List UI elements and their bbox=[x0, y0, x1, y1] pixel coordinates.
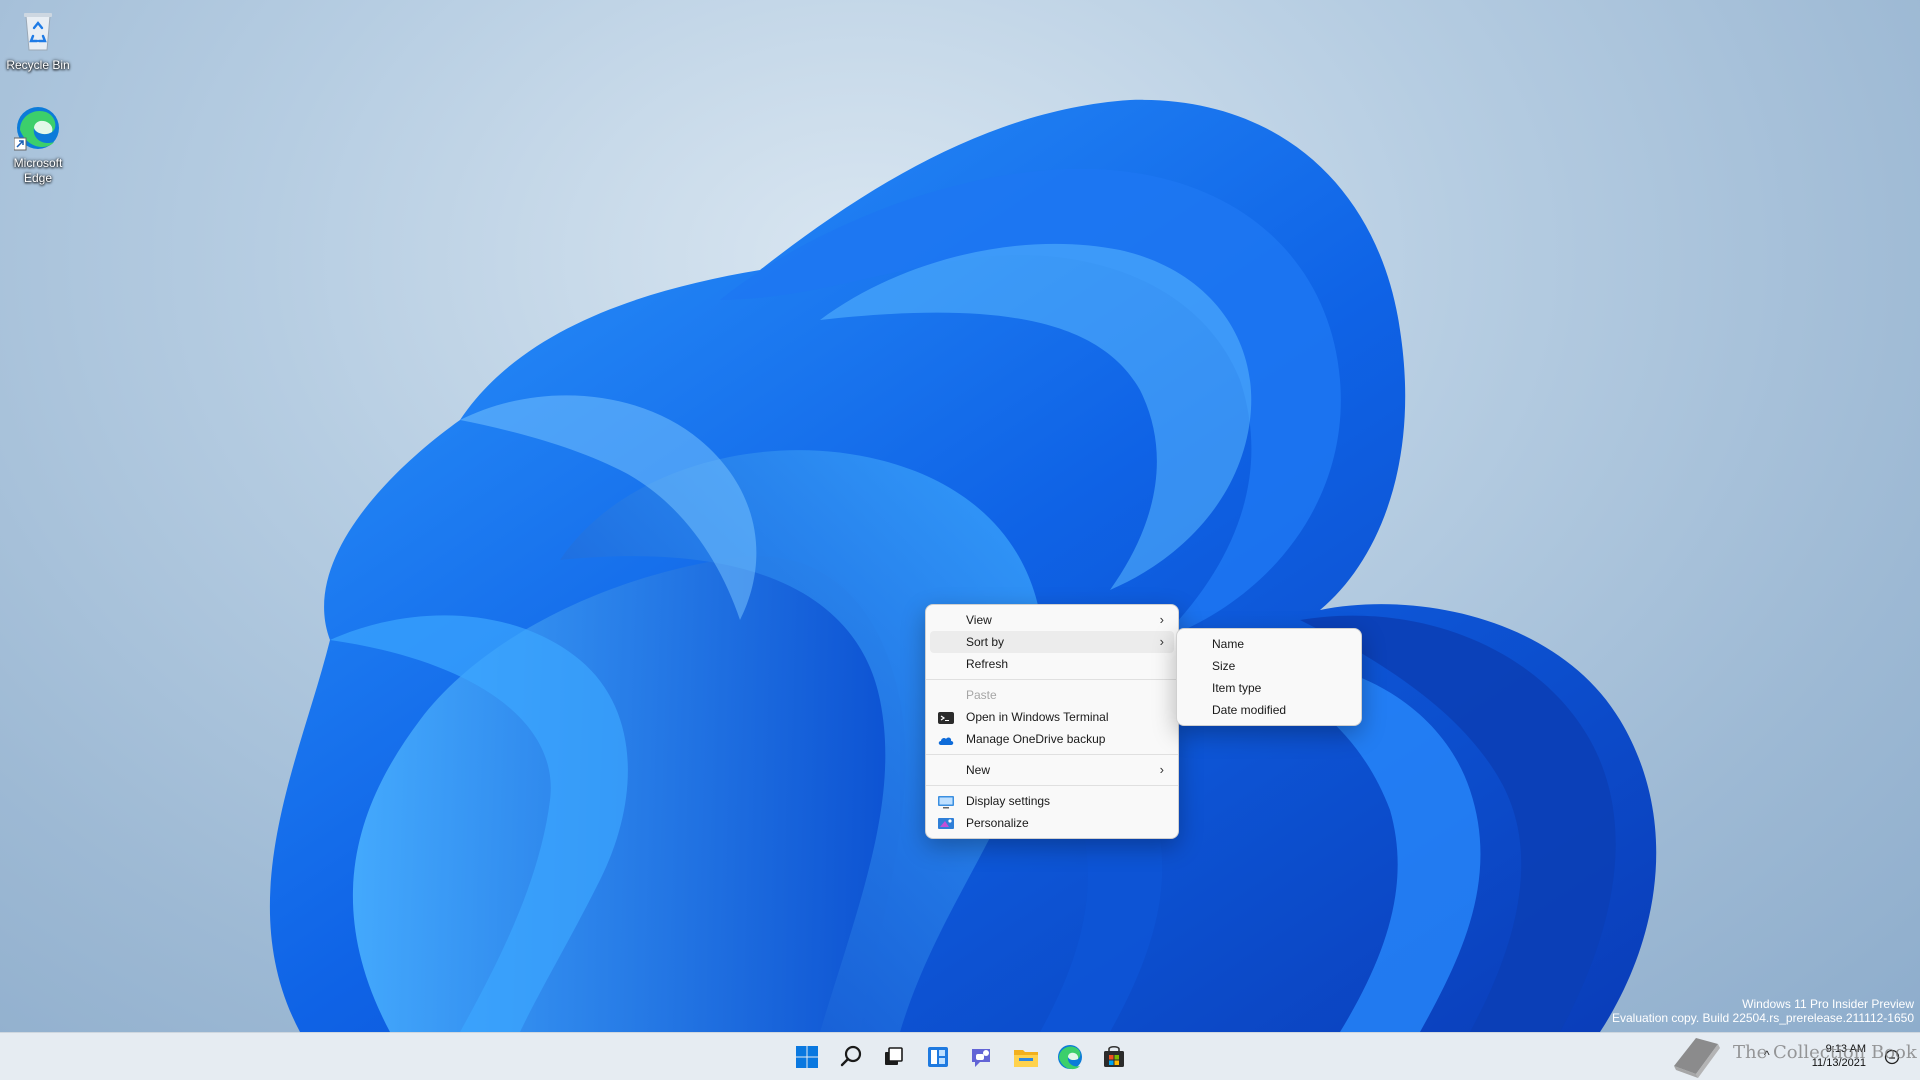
menu-item-label: Refresh bbox=[966, 657, 1009, 671]
start-icon[interactable] bbox=[791, 1041, 823, 1073]
menu-item-paste[interactable]: Paste bbox=[930, 684, 1174, 706]
menu-item-display-settings[interactable]: Display settings bbox=[930, 790, 1174, 812]
menu-item-refresh[interactable]: Refresh bbox=[930, 653, 1174, 675]
onedrive-icon bbox=[938, 732, 954, 746]
desktop-icon-recycle-bin[interactable]: Recycle Bin bbox=[0, 6, 76, 73]
desktop-icon-label: Microsoft Edge bbox=[13, 156, 63, 185]
menu-item-label: View bbox=[966, 613, 992, 627]
taskbar: ^ 9:13 AM 11/13/2021 bbox=[0, 1032, 1920, 1080]
sort-by-submenu: Name Size Item type Date modified bbox=[1176, 628, 1362, 726]
watermark-line-2: Evaluation copy. Build 22504.rs_prerelea… bbox=[1612, 1011, 1914, 1025]
desktop-icon-label: Recycle Bin bbox=[6, 58, 70, 72]
menu-item-label: Display settings bbox=[966, 794, 1051, 808]
menu-item-new[interactable]: New › bbox=[930, 759, 1174, 781]
chevron-right-icon: › bbox=[1159, 612, 1164, 627]
wallpaper-bloom bbox=[269, 99, 1657, 1032]
terminal-icon bbox=[938, 710, 954, 724]
sort-option-name[interactable]: Name bbox=[1177, 633, 1361, 655]
watermark-line-1: Windows 11 Pro Insider Preview bbox=[1742, 997, 1914, 1011]
desktop-icon-edge[interactable]: Microsoft Edge bbox=[0, 104, 76, 186]
edge-icon[interactable] bbox=[1054, 1041, 1086, 1073]
task-view-icon[interactable] bbox=[877, 1041, 909, 1073]
store-icon[interactable] bbox=[1098, 1041, 1130, 1073]
widgets-icon[interactable] bbox=[922, 1041, 954, 1073]
personalize-icon bbox=[938, 816, 954, 830]
edge-icon bbox=[13, 104, 62, 152]
chat-icon[interactable] bbox=[966, 1041, 998, 1073]
menu-separator bbox=[926, 679, 1178, 680]
menu-separator bbox=[926, 785, 1178, 786]
desktop[interactable]: Recycle Bin Microsoft Edge View › Sort b… bbox=[0, 0, 1920, 1032]
overlay-watermark-text: The Collection Book bbox=[1733, 1042, 1917, 1063]
menu-item-view[interactable]: View › bbox=[930, 609, 1174, 631]
sort-option-date-modified[interactable]: Date modified bbox=[1177, 699, 1361, 721]
search-icon[interactable] bbox=[835, 1041, 867, 1073]
book-logo-icon bbox=[1666, 1030, 1726, 1078]
sort-option-item-type[interactable]: Item type bbox=[1177, 677, 1361, 699]
menu-item-open-in-windows-terminal[interactable]: Open in Windows Terminal bbox=[930, 706, 1174, 728]
menu-item-manage-onedrive-backup[interactable]: Manage OneDrive backup bbox=[930, 728, 1174, 750]
menu-item-personalize[interactable]: Personalize bbox=[930, 812, 1174, 834]
desktop-context-menu: View › Sort by › Refresh Paste Open in W… bbox=[925, 604, 1179, 839]
menu-item-sort-by[interactable]: Sort by › bbox=[930, 631, 1174, 653]
menu-item-label: Personalize bbox=[966, 816, 1029, 830]
recycle-bin-icon bbox=[14, 6, 62, 54]
menu-item-label: New bbox=[966, 763, 991, 777]
sort-option-size[interactable]: Size bbox=[1177, 655, 1361, 677]
chevron-right-icon: › bbox=[1159, 634, 1164, 649]
menu-item-label: Sort by bbox=[966, 635, 1005, 649]
display-icon bbox=[938, 794, 954, 809]
menu-separator bbox=[926, 754, 1178, 755]
evaluation-watermark: Windows 11 Pro Insider Preview Evaluatio… bbox=[1612, 997, 1914, 1025]
menu-item-label: Paste bbox=[966, 688, 997, 702]
chevron-right-icon: › bbox=[1159, 762, 1164, 777]
file-explorer-icon[interactable] bbox=[1010, 1041, 1042, 1073]
menu-item-label: Open in Windows Terminal bbox=[966, 710, 1109, 724]
menu-item-label: Manage OneDrive backup bbox=[966, 732, 1106, 746]
